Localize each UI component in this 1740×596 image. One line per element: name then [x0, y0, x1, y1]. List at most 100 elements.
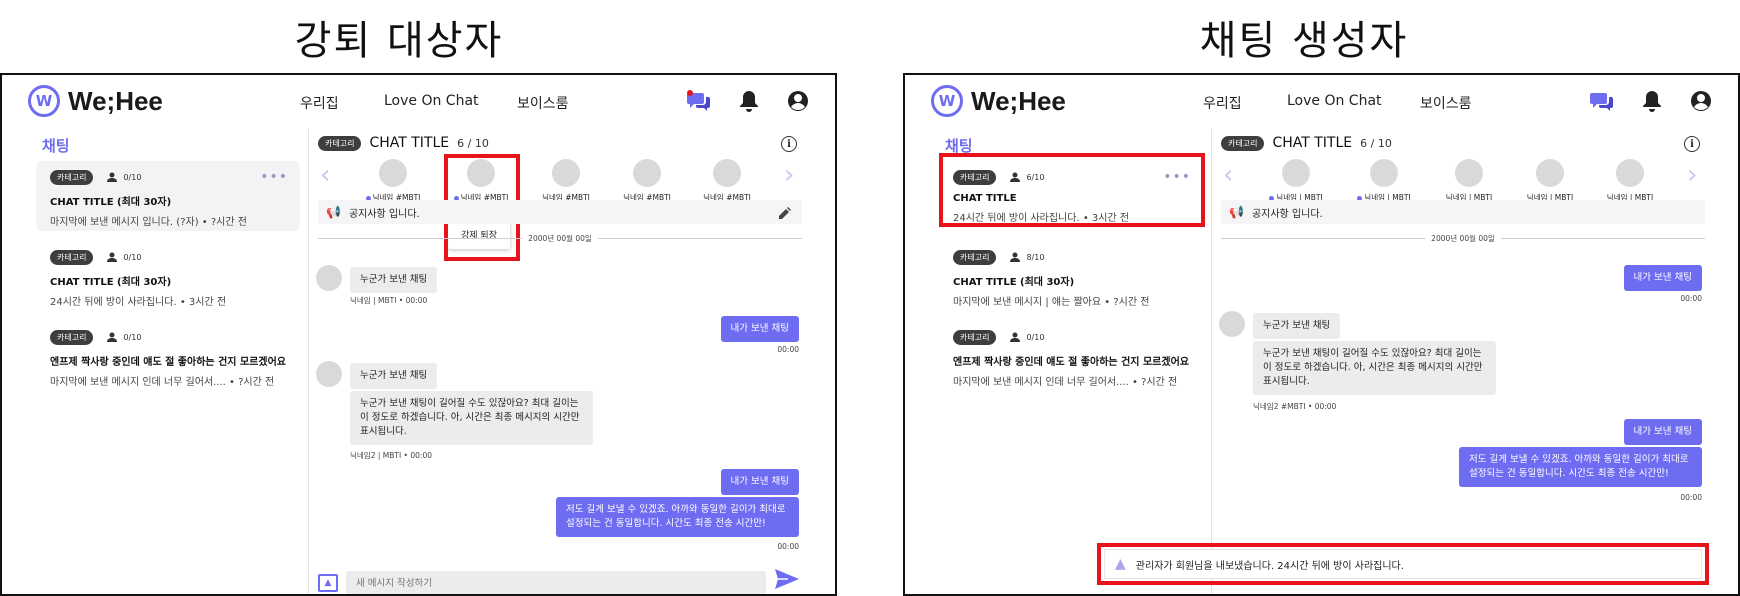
- profile-icon[interactable]: [785, 88, 811, 114]
- notice-bar: 📢 공지사항 입니다.: [318, 200, 802, 224]
- member-avatar[interactable]: 닉네임 | MBTI: [1590, 159, 1670, 203]
- nav-home[interactable]: 우리집: [1203, 93, 1242, 113]
- room-last-message: 24시간 뒤에 방이 사라집니다. • 3시간 전: [50, 297, 227, 308]
- member-avatar[interactable]: 닉네임 #MBTI: [687, 159, 767, 203]
- category-badge: 카테고리: [953, 329, 997, 345]
- member-avatar[interactable]: 닉네임 #MBTI: [353, 159, 433, 203]
- nav-love-on-chat[interactable]: Love On Chat: [384, 93, 479, 109]
- chevron-right-icon[interactable]: ›: [1687, 160, 1697, 190]
- chat-bubbles-icon[interactable]: [1589, 88, 1615, 114]
- date-divider: 2000년 00월 00일: [1221, 232, 1705, 244]
- left-panel-title: 강퇴 대상자: [294, 18, 504, 64]
- logo[interactable]: W We;Hee: [28, 85, 163, 117]
- room-title: CHAT TITLE (최대 30자): [50, 197, 172, 208]
- category-badge: 카테고리: [50, 249, 94, 265]
- message-meta: 닉네임2 #MBTI • 00:00: [1253, 402, 1337, 411]
- room-last-message: 마지막에 보낸 메시지 입니다. (?자) • ?시간 전: [50, 217, 247, 228]
- date-divider: 2000년 00월 00일: [318, 232, 802, 244]
- sender-avatar[interactable]: [316, 361, 342, 387]
- chevron-left-icon[interactable]: ‹: [320, 160, 330, 190]
- room-last-message: 마지막에 보낸 메시지 인데 너무 길어서.... • ?시간 전: [953, 377, 1178, 388]
- profile-icon[interactable]: [1688, 88, 1714, 114]
- message-time: 00:00: [777, 345, 799, 354]
- category-badge: 카테고리: [953, 249, 997, 265]
- megaphone-icon: 📢: [1229, 205, 1244, 219]
- edit-pencil-icon[interactable]: [778, 205, 792, 224]
- room-last-message: 마지막에 보낸 메시지 | 얘는 짤아요 • ?시간 전: [953, 297, 1150, 308]
- logo[interactable]: W We;Hee: [931, 85, 1066, 117]
- notice-bar: 📢 공지사항 입니다.: [1221, 200, 1705, 224]
- sidebar-divider: [308, 129, 309, 594]
- message-bubble-other: 누군가 보낸 채팅: [1253, 313, 1341, 339]
- send-icon[interactable]: [775, 569, 799, 593]
- right-app-frame: W We;Hee 우리집 Love On Chat 보이스룸 채팅 카테고리 6…: [903, 73, 1740, 596]
- participant-count: 8/10: [1010, 252, 1044, 262]
- image-attach-icon[interactable]: ▲: [318, 574, 338, 592]
- category-badge: 카테고리: [318, 135, 362, 151]
- participant-count: 0/10: [1010, 332, 1044, 342]
- member-avatar[interactable]: 닉네임 | MBTI: [1510, 159, 1590, 203]
- nav-voice-room[interactable]: 보이스룸: [1420, 93, 1472, 113]
- room-item[interactable]: 카테고리 0/10 엔프제 짝사랑 중인데 얘도 절 좋아하는 건지 모르겠어요…: [939, 321, 1203, 391]
- chat-header: 카테고리 CHAT TITLE 6 / 10: [318, 135, 489, 151]
- logo-mark-icon: W: [931, 85, 963, 117]
- room-item[interactable]: 카테고리 0/10 엔프제 짝사랑 중인데 얘도 절 좋아하는 건지 모르겠어요…: [36, 321, 300, 391]
- notice-text: 공지사항 입니다.: [348, 208, 420, 220]
- nav-love-on-chat[interactable]: Love On Chat: [1287, 93, 1382, 109]
- member-avatar[interactable]: 닉네임 #MBTI: [607, 159, 687, 203]
- person-icon: [107, 172, 118, 182]
- participant-count: 0/10: [107, 172, 141, 182]
- message-bubble-other: 누군가 보낸 채팅이 길어질 수도 있잖아요? 최대 길이는 이 정도로 하겠습…: [1253, 341, 1496, 395]
- message-bubble-other: 누군가 보낸 채팅이 길어질 수도 있잖아요? 최대 길이는 이 정도로 하겠습…: [350, 391, 593, 445]
- participant-count: 0/10: [107, 252, 141, 262]
- nav-home[interactable]: 우리집: [300, 93, 339, 113]
- highlight-box: [1097, 543, 1709, 585]
- message-meta: 닉네임 | MBTI • 00:00: [350, 296, 428, 305]
- message-time: 00:00: [777, 542, 799, 551]
- sender-avatar[interactable]: [1219, 311, 1245, 337]
- category-badge: 카테고리: [50, 169, 94, 185]
- logo-text: We;Hee: [971, 85, 1066, 116]
- info-icon[interactable]: i: [781, 136, 797, 152]
- right-panel-title: 채팅 생성자: [1199, 18, 1409, 64]
- message-bubble-mine: 내가 보낸 채팅: [720, 469, 799, 495]
- message-time: 00:00: [1680, 294, 1702, 303]
- member-avatar[interactable]: 닉네임 | MBTI: [1344, 159, 1424, 203]
- person-icon: [107, 332, 118, 342]
- chevron-right-icon[interactable]: ›: [784, 160, 794, 190]
- highlight-box: [939, 153, 1205, 227]
- message-bubble-mine: 내가 보낸 채팅: [1623, 419, 1702, 445]
- chat-bubbles-icon[interactable]: [686, 88, 712, 114]
- message-bubble-mine: 저도 길게 보낼 수 있겠죠. 아까와 동일한 길이가 최대로 설정되는 건 동…: [556, 497, 799, 537]
- room-last-message: 마지막에 보낸 메시지 인데 너무 길어서.... • ?시간 전: [50, 377, 275, 388]
- room-item[interactable]: 카테고리 0/10 CHAT TITLE (최대 30자) 24시간 뒤에 방이…: [36, 241, 300, 311]
- info-icon[interactable]: i: [1684, 136, 1700, 152]
- more-options-icon[interactable]: •••: [260, 169, 288, 185]
- person-icon: [107, 252, 118, 262]
- message-input[interactable]: [346, 571, 766, 594]
- message-meta: 닉네임2 | MBTI • 00:00: [350, 451, 432, 460]
- person-icon: [1010, 252, 1021, 262]
- bell-icon[interactable]: [736, 88, 762, 114]
- chevron-left-icon[interactable]: ‹: [1223, 160, 1233, 190]
- chat-header: 카테고리 CHAT TITLE 6 / 10: [1221, 135, 1392, 151]
- member-avatar[interactable]: 닉네임 | MBTI: [1429, 159, 1509, 203]
- sender-avatar[interactable]: [316, 265, 342, 291]
- message-input-bar: ▲: [318, 571, 766, 594]
- room-title: 엔프제 짝사랑 중인데 얘도 절 좋아하는 건지 모르겠어요: [50, 357, 286, 368]
- participant-count: 0/10: [107, 332, 141, 342]
- member-avatar[interactable]: 닉네임 #MBTI: [526, 159, 606, 203]
- member-avatar[interactable]: 닉네임 | MBTI: [1256, 159, 1336, 203]
- message-time: 00:00: [1680, 493, 1702, 502]
- bell-icon[interactable]: [1639, 88, 1665, 114]
- room-item[interactable]: 카테고리 8/10 CHAT TITLE (최대 30자) 마지막에 보낸 메시…: [939, 241, 1203, 311]
- nav-voice-room[interactable]: 보이스룸: [517, 93, 569, 113]
- left-app-frame: W We;Hee 우리집 Love On Chat 보이스룸 채팅 카테고리 0…: [0, 73, 837, 596]
- room-title: CHAT TITLE (최대 30자): [50, 277, 172, 288]
- room-title: CHAT TITLE (최대 30자): [953, 277, 1075, 288]
- room-item[interactable]: 카테고리 0/10 ••• CHAT TITLE (최대 30자) 마지막에 보…: [36, 161, 300, 231]
- message-bubble-mine: 저도 길게 보낼 수 있겠죠. 아까와 동일한 길이가 최대로 설정되는 건 동…: [1459, 447, 1702, 487]
- header: W We;Hee 우리집 Love On Chat 보이스룸: [2, 75, 835, 129]
- message-bubble-other: 누군가 보낸 채팅: [350, 363, 438, 389]
- megaphone-icon: 📢: [326, 205, 341, 219]
